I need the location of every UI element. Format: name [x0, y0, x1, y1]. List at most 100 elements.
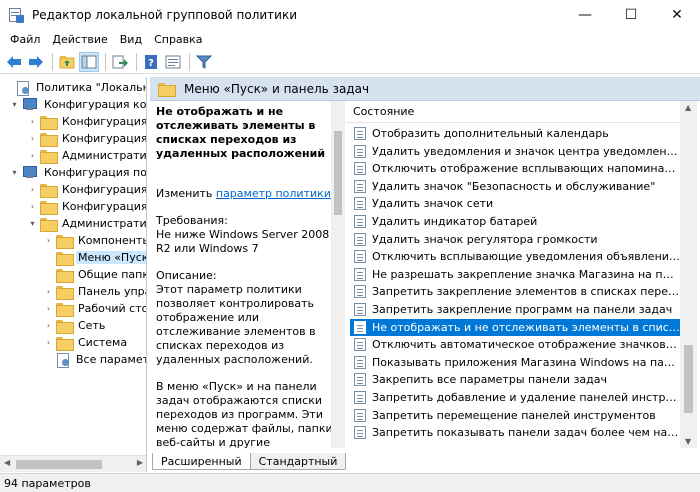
- folder-icon: [56, 234, 74, 249]
- tree-item-label: Конфигурация комп: [44, 98, 147, 111]
- expand-arrow-icon[interactable]: ›: [28, 202, 37, 211]
- forward-arrow-icon[interactable]: [26, 52, 46, 72]
- policy-tree[interactable]: Политика "Локальный ▾ Конфигурация комп › Ко…: [0, 77, 147, 472]
- expand-arrow-icon[interactable]: ›: [28, 185, 37, 194]
- setting-row[interactable]: Закрепить все параметры панели задач: [350, 371, 680, 388]
- expand-arrow-icon[interactable]: ›: [44, 321, 53, 330]
- computer-icon: [22, 166, 38, 179]
- tree-item[interactable]: Все параметры: [44, 351, 146, 368]
- requirements: Требования: Не ниже Windows Server 2008 …: [156, 214, 342, 256]
- description-paragraph-2: В меню «Пуск» и на панели задач отобража…: [156, 380, 337, 451]
- tree-item-label: Сеть: [78, 319, 106, 332]
- back-arrow-icon[interactable]: [4, 52, 24, 72]
- minimize-button[interactable]: —: [562, 0, 608, 30]
- tree-item[interactable]: › Конфигурация п: [28, 113, 146, 130]
- menu-help[interactable]: Справка: [148, 33, 208, 46]
- setting-row[interactable]: Запретить перемещение панелей инструмент…: [350, 407, 680, 424]
- filter-icon[interactable]: [194, 52, 214, 72]
- tree-item[interactable]: Общие папки: [44, 266, 146, 283]
- tree-item[interactable]: ▾ Конфигурация пол: [10, 164, 146, 181]
- scroll-left-icon[interactable]: ◀: [4, 458, 10, 467]
- expand-arrow-icon: [4, 83, 13, 92]
- scroll-right-icon[interactable]: ▶: [137, 458, 143, 467]
- properties-icon[interactable]: [163, 52, 183, 72]
- scrollbar-thumb[interactable]: [334, 131, 342, 215]
- tab-extended[interactable]: Расширенный: [152, 453, 251, 470]
- setting-row[interactable]: Удалить значок "Безопасность и обслужива…: [350, 178, 680, 195]
- close-button[interactable]: ✕: [654, 0, 700, 30]
- setting-row[interactable]: Отобразить дополнительный календарь: [350, 125, 680, 142]
- list-scrollbar[interactable]: ▲ ▼: [680, 101, 697, 448]
- setting-name: Запретить закрепление программ на панели…: [372, 303, 673, 316]
- settings-list: Состояние Отобразить дополнительный кале…: [346, 101, 680, 448]
- setting-row[interactable]: Удалить уведомления и значок центра увед…: [350, 143, 680, 160]
- tree-item[interactable]: Меню «Пуск: [44, 249, 146, 266]
- folder-icon: [56, 336, 74, 351]
- requirements-text: Не ниже Windows Server 2008 R2 или Windo…: [156, 228, 330, 255]
- tree-item-label: Все параметры: [76, 353, 146, 366]
- scrollbar-thumb[interactable]: [16, 460, 102, 469]
- tree-horizontal-scrollbar[interactable]: ◀ ▶: [0, 455, 146, 472]
- show-hide-tree-icon[interactable]: [79, 51, 99, 72]
- expand-arrow-icon[interactable]: ›: [44, 304, 53, 313]
- menu-view[interactable]: Вид: [114, 33, 148, 46]
- policy-setting-icon: [354, 373, 366, 387]
- expand-arrow-icon[interactable]: ›: [28, 134, 37, 143]
- description-pane: Не отображать и не отслеживать элементы …: [150, 101, 346, 451]
- setting-row[interactable]: Запретить добавление и удаление панелей …: [350, 389, 680, 406]
- setting-row[interactable]: Отключить автоматическое отображение зна…: [350, 336, 680, 353]
- setting-row[interactable]: Отключить всплывающие уведомления объявл…: [350, 248, 680, 265]
- collapse-arrow-icon[interactable]: ▾: [10, 168, 19, 177]
- setting-row[interactable]: Отключить отображение всплывающих напоми…: [350, 160, 680, 177]
- policy-setting-icon: [354, 391, 366, 404]
- expand-arrow-icon: [44, 270, 53, 279]
- expand-arrow-icon[interactable]: ›: [28, 151, 37, 160]
- tab-standard[interactable]: Стандартный: [249, 453, 347, 470]
- tree-item-label: Система: [78, 336, 128, 349]
- setting-row[interactable]: Не разрешать закрепление значка Магазина…: [350, 266, 680, 283]
- setting-row[interactable]: Показывать приложения Магазина Windows н…: [350, 354, 680, 371]
- setting-row[interactable]: Запретить закрепление элементов в списка…: [350, 283, 680, 300]
- collapse-arrow-icon[interactable]: ▾: [10, 100, 19, 109]
- collapse-arrow-icon[interactable]: ▾: [28, 219, 37, 228]
- tree-item[interactable]: ▾ Административ: [28, 215, 146, 232]
- help-icon[interactable]: ?: [141, 52, 161, 72]
- tree-item[interactable]: › Административ: [28, 147, 146, 164]
- tree-item[interactable]: › Компоненты: [44, 232, 146, 249]
- tree-item[interactable]: › Рабочий стол: [44, 300, 146, 317]
- menu-file[interactable]: Файл: [4, 33, 46, 46]
- scroll-up-icon[interactable]: ▲: [685, 103, 691, 112]
- setting-row[interactable]: Удалить значок сети: [350, 195, 680, 212]
- tree-item[interactable]: › Конфигурация W: [28, 130, 146, 147]
- up-folder-icon[interactable]: [57, 52, 77, 72]
- tree-item[interactable]: ▾ Конфигурация комп: [10, 96, 147, 113]
- tree-item[interactable]: › Конфигурация п: [28, 181, 146, 198]
- scrollbar-thumb[interactable]: [684, 345, 693, 413]
- setting-row[interactable]: Запретить показывать панели задач более …: [350, 424, 680, 441]
- setting-row[interactable]: Не отображать и не отслеживать элементы …: [350, 318, 680, 336]
- expand-arrow-icon[interactable]: ›: [44, 287, 53, 296]
- tree-item[interactable]: › Система: [44, 334, 129, 351]
- requirements-label: Требования:: [156, 214, 228, 227]
- tree-item[interactable]: › Конфигурация W: [28, 198, 146, 215]
- scroll-down-icon[interactable]: ▼: [685, 437, 691, 446]
- expand-arrow-icon[interactable]: ›: [44, 338, 53, 347]
- edit-policy-link[interactable]: параметр политики: [216, 187, 331, 200]
- export-list-icon[interactable]: [110, 52, 130, 72]
- maximize-button[interactable]: ☐: [608, 0, 654, 30]
- setting-row[interactable]: Удалить индикатор батарей: [350, 213, 680, 230]
- description-scrollbar[interactable]: [331, 101, 345, 448]
- tree-item[interactable]: Политика "Локальный: [4, 79, 146, 96]
- setting-name: Не отображать и не отслеживать элементы …: [372, 320, 680, 334]
- expand-arrow-icon[interactable]: ›: [28, 117, 37, 126]
- expand-arrow-icon: [44, 355, 53, 364]
- menu-action[interactable]: Действие: [46, 33, 113, 46]
- tree-item[interactable]: › Сеть: [44, 317, 107, 334]
- column-header-state[interactable]: Состояние: [346, 101, 680, 123]
- setting-row[interactable]: Запретить закрепление программ на панели…: [350, 301, 680, 318]
- tree-item-label: Рабочий стол: [78, 302, 146, 315]
- setting-row[interactable]: Удалить значок регулятора громкости: [350, 231, 680, 248]
- tree-item[interactable]: › Панель упра: [44, 283, 146, 300]
- policy-icon: [16, 80, 30, 96]
- expand-arrow-icon[interactable]: ›: [44, 236, 53, 245]
